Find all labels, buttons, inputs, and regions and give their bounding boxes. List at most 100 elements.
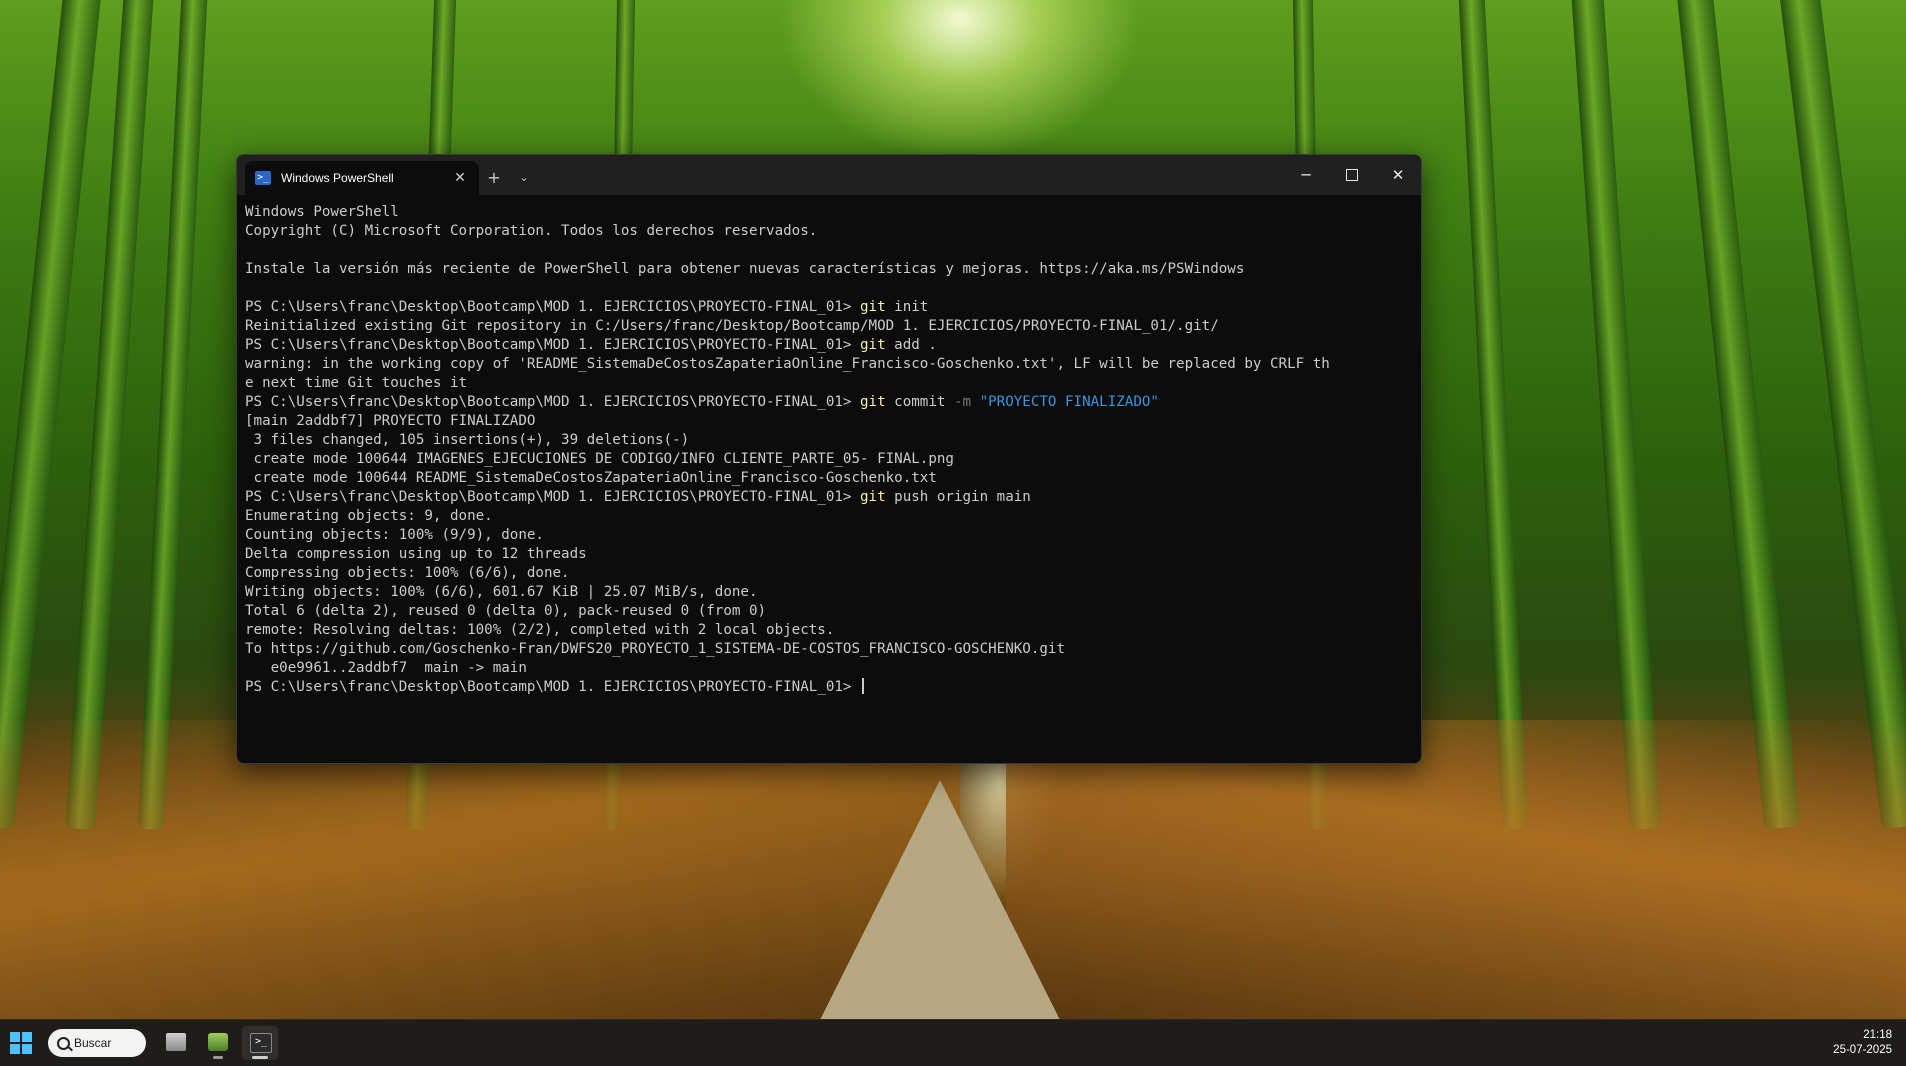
output-text: Writing objects: 100% (6/6), 601.67 KiB … — [245, 584, 758, 600]
console-line: Total 6 (delta 2), reused 0 (delta 0), p… — [245, 602, 1421, 621]
console-line: warning: in the working copy of 'README_… — [245, 355, 1421, 374]
output-text: Copyright (C) Microsoft Corporation. Tod… — [245, 223, 818, 239]
grass-right — [1006, 720, 1906, 1020]
output-text: Compressing objects: 100% (6/6), done. — [245, 565, 570, 581]
output-text: create mode 100644 IMAGENES_EJECUCIONES … — [245, 451, 954, 467]
command-name: git — [860, 394, 886, 410]
command-args: commit — [885, 394, 954, 410]
console-line: To https://github.com/Goschenko-Fran/DWF… — [245, 640, 1421, 659]
terminal-icon: >_ — [250, 1033, 272, 1053]
bamboo-stalk — [1778, 0, 1906, 830]
maximize-button[interactable] — [1329, 155, 1375, 195]
console-line: Windows PowerShell — [245, 203, 1421, 222]
text-cursor — [862, 678, 864, 694]
output-text: e next time Git touches it — [245, 375, 468, 391]
prompt: PS C:\Users\franc\Desktop\Bootcamp\MOD 1… — [245, 394, 860, 410]
console-line: e0e9961..2addbf7 main -> main — [245, 659, 1421, 678]
command-name: git — [860, 337, 886, 353]
active-indicator — [252, 1056, 268, 1059]
console-line: Writing objects: 100% (6/6), 601.67 KiB … — [245, 583, 1421, 602]
output-text: 3 files changed, 105 insertions(+), 39 d… — [245, 432, 690, 448]
app-icon — [208, 1033, 228, 1051]
output-text: Windows PowerShell — [245, 204, 399, 220]
console-line: 3 files changed, 105 insertions(+), 39 d… — [245, 431, 1421, 450]
search-label: Buscar — [74, 1036, 112, 1050]
bamboo-stalk — [137, 0, 209, 831]
console-line: Copyright (C) Microsoft Corporation. Tod… — [245, 222, 1421, 241]
output-text: warning: in the working copy of 'README_… — [245, 356, 1330, 372]
new-tab-button[interactable]: + — [479, 161, 509, 195]
tab-close-icon[interactable]: ✕ — [451, 170, 469, 186]
maximize-icon — [1346, 169, 1358, 181]
close-button[interactable]: ✕ — [1375, 155, 1421, 195]
console-line: create mode 100644 IMAGENES_EJECUCIONES … — [245, 450, 1421, 469]
console-line: PS C:\Users\franc\Desktop\Bootcamp\MOD 1… — [245, 678, 1421, 697]
search-icon — [57, 1037, 70, 1050]
title-bar[interactable]: >_ Windows PowerShell ✕ + ⌄ ─ ✕ — [237, 155, 1421, 195]
search-box[interactable]: Buscar — [48, 1029, 146, 1057]
taskbar-app-2[interactable] — [200, 1026, 236, 1060]
console-line: Reinitialized existing Git repository in… — [245, 317, 1421, 336]
command-args: push origin main — [885, 489, 1031, 505]
command-args: init — [885, 299, 929, 315]
clock-time: 21:18 — [1863, 1029, 1892, 1041]
command-string: "PROYECTO FINALIZADO" — [971, 394, 1159, 410]
output-text: Total 6 (delta 2), reused 0 (delta 0), p… — [245, 603, 767, 619]
prompt: PS C:\Users\franc\Desktop\Bootcamp\MOD 1… — [245, 299, 860, 315]
output-text: Instale la versión más reciente de Power… — [245, 261, 1245, 277]
powershell-icon: >_ — [255, 171, 271, 185]
command-flag: -m — [953, 394, 972, 410]
taskbar-app-file-explorer[interactable] — [158, 1026, 194, 1060]
console-line: Enumerating objects: 9, done. — [245, 507, 1421, 526]
bamboo-stalk — [1570, 0, 1662, 831]
window-controls: ─ ✕ — [1283, 155, 1421, 195]
console-line: create mode 100644 README_SistemaDeCosto… — [245, 469, 1421, 488]
console-line: remote: Resolving deltas: 100% (2/2), co… — [245, 621, 1421, 640]
minimize-button[interactable]: ─ — [1283, 155, 1329, 195]
console-line: PS C:\Users\franc\Desktop\Bootcamp\MOD 1… — [245, 488, 1421, 507]
file-explorer-icon — [166, 1033, 186, 1051]
terminal-window[interactable]: >_ Windows PowerShell ✕ + ⌄ ─ ✕ Windows … — [236, 154, 1422, 764]
running-indicator — [213, 1056, 223, 1059]
prompt: PS C:\Users\franc\Desktop\Bootcamp\MOD 1… — [245, 489, 860, 505]
output-text: create mode 100644 README_SistemaDeCosto… — [245, 470, 937, 486]
close-icon: ✕ — [1391, 166, 1405, 184]
console-line: PS C:\Users\franc\Desktop\Bootcamp\MOD 1… — [245, 336, 1421, 355]
output-text: To https://github.com/Goschenko-Fran/DWF… — [245, 641, 1065, 657]
output-text: Enumerating objects: 9, done. — [245, 508, 493, 524]
output-text: Counting objects: 100% (9/9), done. — [245, 527, 544, 543]
taskbar: Buscar >_ 21:18 25-07-2025 — [0, 1019, 1906, 1066]
command-args: add . — [885, 337, 937, 353]
output-text: Delta compression using up to 12 threads — [245, 546, 587, 562]
console-line: Counting objects: 100% (9/9), done. — [245, 526, 1421, 545]
walkway — [820, 780, 1060, 1020]
tab-powershell[interactable]: >_ Windows PowerShell ✕ — [245, 161, 479, 195]
console-line: PS C:\Users\franc\Desktop\Bootcamp\MOD 1… — [245, 393, 1421, 412]
bamboo-stalk — [1457, 0, 1529, 831]
console-line: Instale la versión más reciente de Power… — [245, 260, 1421, 279]
console-line: Delta compression using up to 12 threads — [245, 545, 1421, 564]
minimize-icon: ─ — [1301, 166, 1311, 184]
output-text: [main 2addbf7] PROYECTO FINALIZADO — [245, 413, 536, 429]
output-text: e0e9961..2addbf7 main -> main — [245, 660, 527, 676]
taskbar-app-terminal[interactable]: >_ — [242, 1026, 278, 1060]
bamboo-stalk — [1675, 0, 1801, 830]
chevron-down-icon[interactable]: ⌄ — [509, 161, 539, 195]
grass-left — [0, 720, 960, 1020]
clock-date: 25-07-2025 — [1833, 1044, 1892, 1056]
tab-title: Windows PowerShell — [281, 171, 394, 185]
console-line: [main 2addbf7] PROYECTO FINALIZADO — [245, 412, 1421, 431]
console-line: Compressing objects: 100% (6/6), done. — [245, 564, 1421, 583]
console-output[interactable]: Windows PowerShell Copyright (C) Microsof… — [237, 195, 1421, 697]
prompt: PS C:\Users\franc\Desktop\Bootcamp\MOD 1… — [245, 679, 860, 695]
windows-start-icon[interactable] — [10, 1032, 32, 1054]
command-name: git — [860, 299, 886, 315]
console-line: PS C:\Users\franc\Desktop\Bootcamp\MOD 1… — [245, 298, 1421, 317]
system-clock[interactable]: 21:18 25-07-2025 — [1833, 1028, 1892, 1058]
output-text: remote: Resolving deltas: 100% (2/2), co… — [245, 622, 835, 638]
prompt: PS C:\Users\franc\Desktop\Bootcamp\MOD 1… — [245, 337, 860, 353]
console-line: e next time Git touches it — [245, 374, 1421, 393]
command-name: git — [860, 489, 886, 505]
